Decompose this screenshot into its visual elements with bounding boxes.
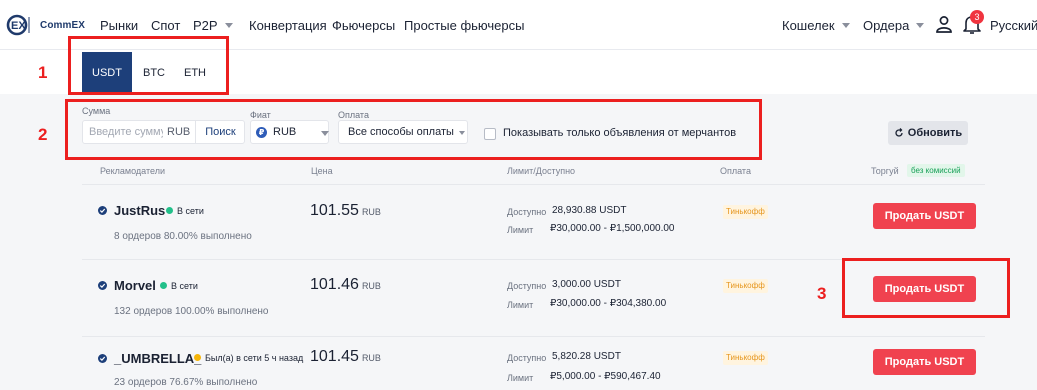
- limit-label: Лимит: [507, 300, 534, 310]
- chevron-down-icon: [916, 23, 925, 28]
- advertiser-stats: 23 ордеров 76.67% выполнено: [114, 377, 258, 388]
- user-icon[interactable]: [935, 15, 953, 33]
- advertiser-name[interactable]: _UMBRELLA_: [114, 351, 201, 366]
- verified-badge-icon: [98, 281, 107, 290]
- ad-price: 101.45 RUB: [310, 348, 381, 366]
- ad-price-currency: RUB: [361, 207, 381, 217]
- advertiser-status: В сети: [177, 206, 204, 216]
- available-label: Доступно: [507, 353, 547, 363]
- verified-badge-icon: [98, 354, 107, 363]
- refresh-icon: [895, 128, 903, 137]
- limit-label: Лимит: [507, 373, 534, 383]
- ad-price-value: 101.55: [310, 202, 359, 219]
- nav-link-markets[interactable]: Рынки: [100, 18, 138, 33]
- available-label: Доступно: [507, 207, 547, 217]
- row-divider: [82, 336, 985, 337]
- notification-count-badge: 3: [970, 10, 984, 24]
- limit-label: Лимит: [507, 225, 534, 235]
- verified-badge-icon: [98, 206, 107, 215]
- away-status-dot: [194, 354, 201, 361]
- limit-value: ₽5,000.00 - ₽590,467.40: [550, 371, 661, 382]
- nav-link-futures[interactable]: Фьючерсы: [332, 18, 395, 33]
- svg-text:EX: EX: [11, 20, 26, 32]
- nav-link-convert[interactable]: Конвертация: [249, 18, 327, 33]
- wallet-menu[interactable]: Кошелек: [782, 18, 850, 33]
- language-selector[interactable]: Русский: [990, 18, 1037, 33]
- ad-price-value: 101.45: [310, 348, 359, 365]
- sell-usdt-button[interactable]: Продать USDT: [873, 203, 976, 229]
- ad-price-value: 101.46: [310, 276, 359, 293]
- annotation-number-2: 2: [38, 125, 48, 144]
- payment-method-tag: Тинькофф: [723, 351, 768, 365]
- payment-method-tag: Тинькофф: [723, 279, 768, 293]
- commex-logo-icon: EX: [6, 14, 30, 36]
- refresh-label: Обновить: [907, 127, 963, 139]
- ad-price-currency: RUB: [361, 281, 381, 291]
- annotation-number-3: 3: [817, 284, 827, 303]
- refresh-button[interactable]: Обновить: [888, 121, 968, 145]
- advertiser-name[interactable]: JustRus: [114, 203, 165, 218]
- advertiser-status: В сети: [171, 281, 198, 291]
- advertiser-stats: 132 ордеров 100.00% выполнено: [114, 306, 269, 317]
- annotation-box-1: [68, 36, 229, 95]
- ad-price: 101.46 RUB: [310, 276, 381, 294]
- chevron-down-icon: [841, 23, 850, 28]
- col-header-payment: Оплата: [720, 166, 751, 176]
- col-header-advertisers: Рекламодатели: [100, 166, 165, 176]
- ad-price-currency: RUB: [361, 353, 381, 363]
- available-value: 5,820.28 USDT: [552, 351, 621, 362]
- orders-menu[interactable]: Ордера: [863, 18, 925, 33]
- annotation-number-1: 1: [38, 63, 48, 82]
- limit-value: ₽30,000.00 - ₽1,500,000.00: [550, 223, 675, 234]
- nav-link-spot[interactable]: Спот: [151, 18, 180, 33]
- chevron-down-icon: [224, 23, 233, 28]
- annotation-box-3: [842, 258, 1010, 318]
- online-status-dot: [160, 282, 167, 289]
- available-value: 28,930.88 USDT: [552, 205, 627, 216]
- col-header-trade: Торгуй: [871, 166, 899, 176]
- limit-value: ₽30,000.00 - ₽304,380.00: [550, 298, 667, 309]
- annotation-box-2: [65, 99, 762, 160]
- orders-menu-label: Ордера: [863, 18, 910, 33]
- available-label: Доступно: [507, 281, 547, 291]
- nav-link-p2p-label: P2P: [193, 18, 218, 33]
- advertiser-status: Был(а) в сети 5 ч назад: [205, 353, 304, 363]
- sell-usdt-button[interactable]: Продать USDT: [873, 349, 976, 375]
- wallet-menu-label: Кошелек: [782, 18, 835, 33]
- zero-fee-badge: без комиссий: [907, 164, 965, 177]
- nav-link-p2p[interactable]: P2P: [193, 18, 233, 33]
- brand-name: CommEX: [40, 19, 86, 31]
- brand-logo[interactable]: EX CommEX: [6, 13, 85, 37]
- ad-price: 101.55 RUB: [310, 202, 381, 220]
- col-header-price: Цена: [311, 166, 333, 176]
- payment-method-tag: Тинькофф: [723, 205, 768, 219]
- advertiser-name[interactable]: Morvel: [114, 278, 156, 293]
- col-header-limit: Лимит/Доступно: [507, 166, 576, 176]
- nav-link-simple-futures[interactable]: Простые фьючерсы: [404, 18, 524, 33]
- row-divider: [82, 184, 985, 185]
- available-value: 3,000.00 USDT: [552, 279, 621, 290]
- online-status-dot: [166, 207, 173, 214]
- advertiser-stats: 8 ордеров 80.00% выполнено: [114, 231, 252, 242]
